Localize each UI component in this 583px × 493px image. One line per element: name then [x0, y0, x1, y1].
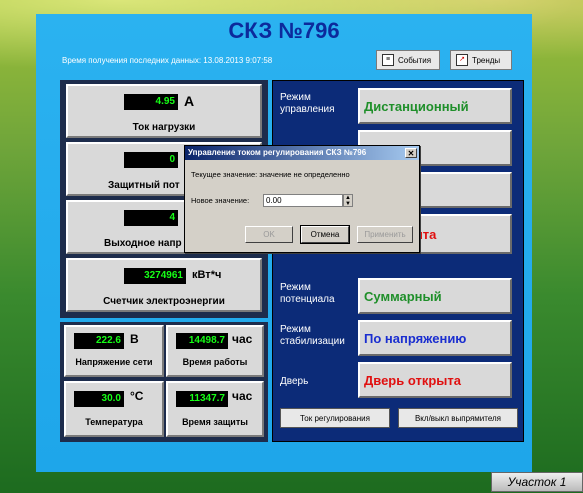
section-tag: Участок 1 [491, 472, 583, 492]
last-data-time: Время получения последних данных: 13.08.… [62, 56, 273, 65]
spin-down-icon[interactable]: ▼ [344, 201, 352, 207]
control-mode-label: Режим управления [280, 92, 335, 115]
potential-mode-label: Режим потенциала [280, 282, 335, 305]
door-label: Дверь [280, 376, 309, 387]
mains-voltage-value: 222.6 [74, 333, 124, 349]
trends-button[interactable]: ↗ Тренды [450, 50, 512, 70]
energy-meter-value: 3274961 [124, 268, 186, 284]
spinner-control[interactable]: ▲ ▼ [343, 194, 353, 207]
energy-meter-cell: 3274961 кВт*ч Счетчик электроэнергии [66, 258, 262, 312]
dialog-cancel-button[interactable]: Отмена [300, 225, 350, 244]
rectifier-toggle-button[interactable]: Вкл/выкл выпрямителя [398, 408, 518, 428]
temperature-unit: °C [130, 389, 144, 403]
load-current-label: Ток нагрузки [132, 122, 196, 133]
control-mode-status: Дистанционный [358, 88, 512, 124]
events-button[interactable]: ≡ События [376, 50, 440, 70]
protection-time-label: Время защиты [182, 417, 248, 427]
stabilization-mode-status: По напряжению [358, 320, 512, 356]
operating-time-label: Время работы [182, 357, 248, 367]
potential-mode-status: Суммарный [358, 278, 512, 314]
events-icon: ≡ [382, 54, 394, 66]
door-status: Дверь открыта [358, 362, 512, 398]
load-current-unit: А [184, 93, 195, 109]
regulation-current-dialog: Управление током регулирования СКЗ №796 … [184, 145, 420, 253]
page-title: СКЗ №796 [228, 18, 340, 43]
energy-meter-unit: кВт*ч [192, 269, 222, 281]
protection-time-value: 11347.7 [176, 391, 228, 407]
dialog-current-value: Текущее значение: значение не определенн… [191, 170, 350, 179]
temperature-cell: 30.0 °C Температура [64, 381, 164, 437]
trends-button-label: Тренды [472, 55, 501, 65]
close-icon: ✕ [407, 149, 415, 158]
protection-time-cell: 11347.7 час Время защиты [166, 381, 264, 437]
dialog-new-value-label: Новое значение: [191, 196, 250, 205]
operating-time-value: 14498.7 [176, 333, 228, 349]
load-current-value: 4.95 [124, 94, 178, 110]
mains-voltage-cell: 222.6 В Напряжение сети [64, 325, 164, 377]
mains-voltage-unit: В [130, 332, 139, 346]
dialog-close-button[interactable]: ✕ [405, 148, 417, 158]
dialog-title: Управление током регулирования СКЗ №796 [185, 146, 419, 160]
load-current-cell: 4.95 А Ток нагрузки [66, 84, 262, 138]
regulation-current-button[interactable]: Ток регулирования [280, 408, 390, 428]
protection-time-unit: час [232, 389, 253, 403]
trends-icon: ↗ [456, 54, 468, 66]
output-voltage-value: 4 [124, 210, 178, 226]
temperature-value: 30.0 [74, 391, 124, 407]
mains-voltage-label: Напряжение сети [75, 357, 153, 367]
temperature-label: Температура [85, 417, 143, 427]
operating-time-unit: час [232, 332, 253, 346]
energy-meter-label: Счетчик электроэнергии [103, 296, 225, 307]
new-value-input[interactable]: 0.00 [263, 194, 343, 207]
operating-time-cell: 14498.7 час Время работы [166, 325, 264, 377]
dialog-ok-button[interactable]: OK [245, 226, 293, 243]
stabilization-mode-label: Режим стабилизации [280, 324, 345, 347]
events-button-label: События [398, 55, 432, 65]
protective-potential-value: 0 [124, 152, 178, 168]
dialog-apply-button[interactable]: Применить [357, 226, 413, 243]
